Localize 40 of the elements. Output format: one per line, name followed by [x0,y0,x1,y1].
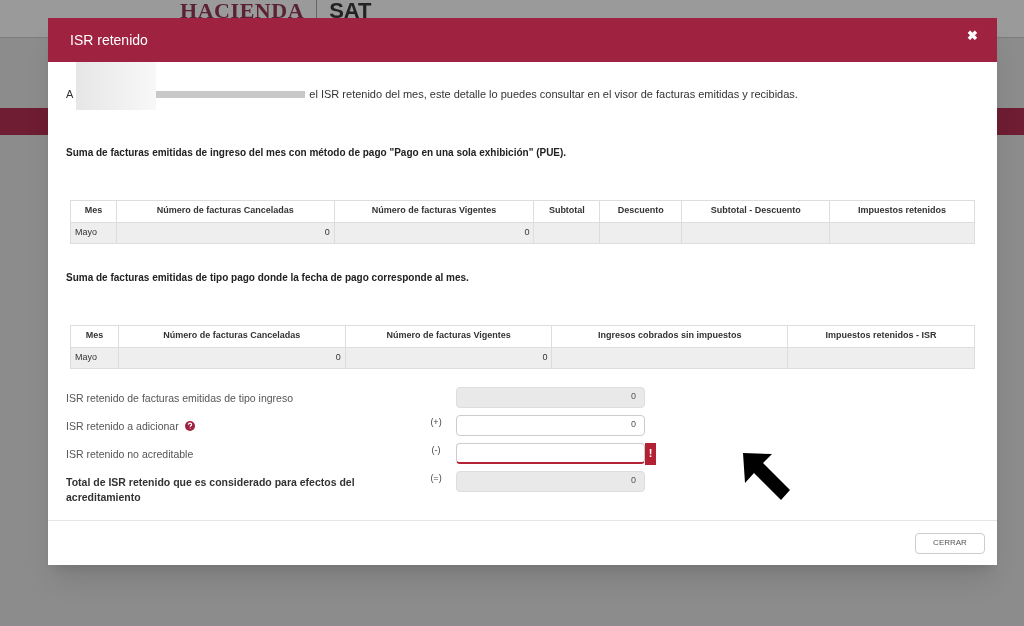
table-cell: 0 [345,347,552,368]
section-heading: Suma de facturas emitidas de tipo pago donde la fecha de pago corresponde al mes. [66,270,470,285]
table-cell: 0 [116,222,335,243]
input-field[interactable] [456,442,645,464]
field-label: ISR retenido a adicionar [66,418,179,434]
column-header: Impuestos retenidos - ISR [787,325,975,347]
help-icon[interactable] [184,421,195,432]
column-header: Número de facturas Vigentes [345,325,552,347]
logo-text: HACIENDA [180,0,305,22]
column-header: Ingresos cobrados sin impuestos [551,325,788,347]
column-header: Número de facturas Canceladas [116,200,335,222]
field-label: ISR retenido de facturas emitidas de tipo ingreso [66,390,294,406]
operator-sign: (=) [430,472,442,483]
operator-sign: (+) [430,416,442,427]
intro-text: A [66,87,74,102]
intro-text: el ISR retenido del mes, este detalle lo puedes consultar en el visor de facturas emitidas y recibidas. [309,87,798,102]
operator-sign: (-) [431,444,441,455]
table-cell: 0 [334,222,534,243]
table-cell: Mayo [70,347,119,368]
section-heading: Suma de facturas emitidas de ingreso del mes con método de pago "Pago en una sola exhibición" (PUE). [66,145,568,160]
close-button[interactable]: ✖ [967,26,978,46]
field-label: Total de ISR retenido que es considerado para efectos del acreditamiento [66,474,356,505]
close-button[interactable]: CERRAR [915,532,985,554]
table-cell: 0 [118,347,346,368]
column-header: Mes [70,325,119,347]
input-field[interactable]: 0 [456,414,645,436]
column-header: Mes [70,200,117,222]
column-header: Subtotal - Descuento [681,200,830,222]
column-header: Descuento [599,200,682,222]
column-header: Número de facturas Canceladas [118,325,346,347]
readonly-field: 0 [456,386,645,408]
column-header: Impuestos retenidos [829,200,975,222]
arrow-icon [742,452,792,502]
column-header: Número de facturas Vigentes [334,200,534,222]
column-header: Subtotal [533,200,600,222]
field-label: ISR retenido no acreditable [66,446,194,462]
table-cell: Mayo [70,222,117,243]
readonly-field: 0 [456,470,645,492]
modal-title: ISR retenido [70,31,148,50]
error-badge: ! [645,442,656,465]
